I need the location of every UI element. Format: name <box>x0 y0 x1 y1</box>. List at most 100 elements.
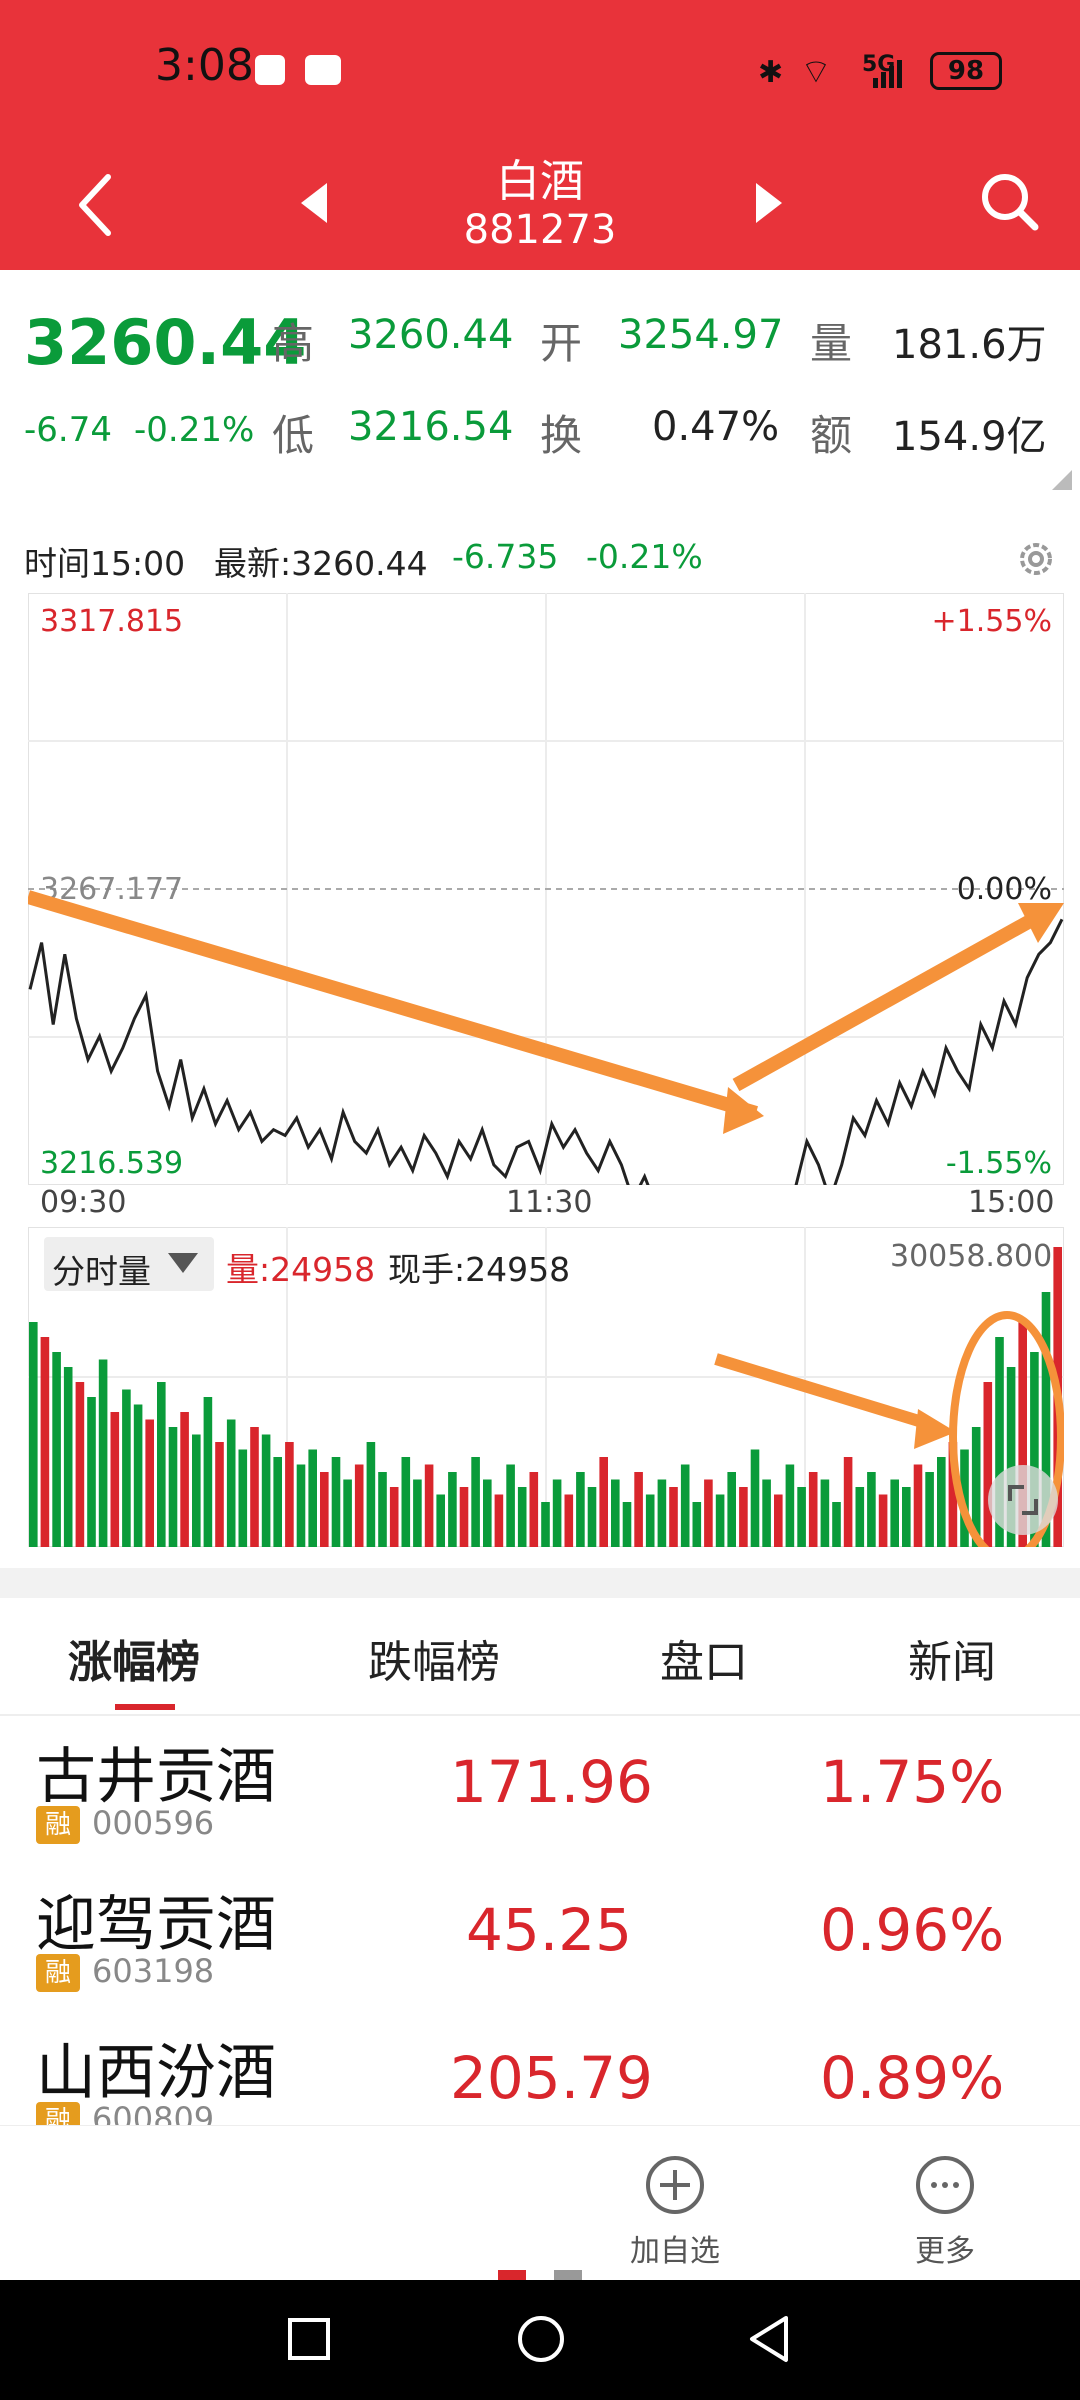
volume-bar <box>273 1457 282 1547</box>
volume-bar <box>599 1457 608 1547</box>
change-pct: -0.21% <box>134 410 255 450</box>
bluetooth-icon: ✱ <box>758 55 784 90</box>
volume-type-dropdown[interactable]: 分时量 <box>44 1237 214 1291</box>
tab-news[interactable]: 新闻 <box>908 1626 996 1690</box>
annotation-arrow-volume <box>714 1353 934 1431</box>
chart-time: 时间15:00 <box>24 544 186 583</box>
back-nav-icon[interactable] <box>746 2314 792 2364</box>
tab-order-book[interactable]: 盘口 <box>660 1626 748 1690</box>
page-indicator-active <box>498 2270 526 2280</box>
high-value: 3260.44 <box>348 312 514 358</box>
settings-gear-icon[interactable] <box>1012 535 1060 583</box>
volume-bar <box>133 1404 143 1547</box>
quote-summary: 3260.44 -6.74 -0.21% 高 3260.44 开 3254.97… <box>0 270 1080 505</box>
stock-row[interactable]: 山西汾酒 融 600809 205.79 0.89% <box>0 2014 1080 2126</box>
active-tab-indicator <box>115 1704 175 1710</box>
volume-bar <box>436 1494 445 1547</box>
page-title: 白酒 <box>496 156 584 207</box>
battery-icon: 98 <box>930 52 1002 90</box>
volume-value: 181.6万 <box>892 322 1047 368</box>
volume-bar <box>40 1337 50 1547</box>
volume-bar <box>226 1419 236 1547</box>
volume-bar <box>203 1397 213 1547</box>
section-divider <box>0 1568 1080 1598</box>
volume-bar <box>494 1494 504 1547</box>
annotation-arrow-up <box>732 904 1052 1092</box>
pct-mid-label: 0.00% <box>957 872 1052 907</box>
high-label: 高 <box>272 319 315 368</box>
low-value: 3216.54 <box>348 404 514 450</box>
status-bar: 3:08 ✱ ⌔ 5G 98 <box>0 0 1080 145</box>
amount-label: 额 <box>810 411 853 460</box>
volume-bar <box>320 1472 329 1547</box>
search-icon[interactable] <box>975 167 1045 237</box>
next-item-button[interactable] <box>748 175 788 231</box>
y-top-label: 3317.815 <box>40 604 183 639</box>
stock-row[interactable]: 迎驾贡酒 融 603198 45.25 0.96% <box>0 1866 1080 2014</box>
change-value: -6.74 <box>24 410 112 450</box>
stock-row[interactable]: 古井贡酒 融 000596 171.96 1.75% <box>0 1718 1080 1866</box>
volume-bar <box>913 1464 923 1547</box>
volume-bar <box>855 1487 865 1547</box>
volume-bar <box>215 1442 224 1547</box>
more-label: 更多 <box>915 2234 975 2269</box>
volume-bar <box>739 1487 748 1547</box>
volume-bar <box>331 1457 341 1547</box>
tab-losers[interactable]: 跌幅榜 <box>368 1626 500 1690</box>
volume-bar <box>506 1464 515 1547</box>
volume-bar <box>110 1412 120 1547</box>
current-hand-label: 现手:24958 <box>388 1250 571 1289</box>
volume-bar <box>843 1457 853 1547</box>
volume-bar <box>937 1457 946 1547</box>
open-value: 3254.97 <box>618 312 784 358</box>
volume-bar <box>622 1502 632 1547</box>
pct-top-label: +1.55% <box>932 604 1052 639</box>
volume-bar <box>180 1412 189 1547</box>
add-watchlist-label: 加自选 <box>630 2234 720 2269</box>
margin-badge: 融 <box>36 1806 80 1844</box>
volume-bar <box>238 1449 248 1547</box>
volume-bar <box>483 1479 492 1547</box>
fullscreen-button[interactable] <box>988 1465 1058 1535</box>
stock-name: 古井贡酒 <box>36 1742 276 1812</box>
page-indicator <box>554 2270 582 2280</box>
tab-gainers[interactable]: 涨幅榜 <box>68 1626 200 1690</box>
more-button[interactable]: 更多 <box>900 2154 990 2274</box>
volume-bar <box>389 1487 399 1547</box>
volume-bar <box>98 1359 108 1547</box>
volume-bar <box>587 1487 597 1547</box>
volume-bar <box>878 1494 888 1547</box>
news-notification-icon <box>305 55 341 85</box>
volume-bar <box>261 1434 271 1547</box>
stock-code: 603198 <box>92 1952 215 1990</box>
add-watchlist-button[interactable]: 加自选 <box>620 2154 730 2274</box>
volume-bar <box>401 1457 411 1547</box>
volume-bar <box>820 1479 830 1547</box>
volume-bar <box>669 1487 678 1547</box>
volume-bar <box>52 1352 61 1547</box>
expand-corner-icon[interactable] <box>1052 470 1072 490</box>
volume-bar <box>448 1472 457 1547</box>
volume-bar <box>471 1457 480 1547</box>
volume-bar <box>750 1449 760 1547</box>
volume-bar <box>890 1479 899 1547</box>
page-code: 881273 <box>463 207 617 253</box>
last-price: 3260.44 <box>24 306 307 379</box>
recent-apps-icon[interactable] <box>286 2316 332 2362</box>
volume-bar <box>413 1479 422 1547</box>
volume-bar <box>308 1449 317 1547</box>
volume-bar <box>529 1472 539 1547</box>
volume-bar <box>902 1487 911 1547</box>
app-notification-icon <box>255 55 285 85</box>
stock-change-pct: 0.96% <box>820 1896 1005 1964</box>
volume-bar <box>925 1472 934 1547</box>
margin-badge: 融 <box>36 2102 80 2126</box>
volume-bar <box>867 1472 876 1547</box>
volume-bar <box>832 1502 841 1547</box>
volume-bar <box>657 1479 667 1547</box>
stock-price: 205.79 <box>450 2044 653 2112</box>
volume-label: 量 <box>810 319 853 368</box>
annotation-arrow-down <box>28 890 758 1120</box>
price-chart[interactable]: 3317.815 3267.177 3216.539 +1.55% 0.00% … <box>28 593 1064 1185</box>
home-icon[interactable] <box>516 2314 566 2364</box>
